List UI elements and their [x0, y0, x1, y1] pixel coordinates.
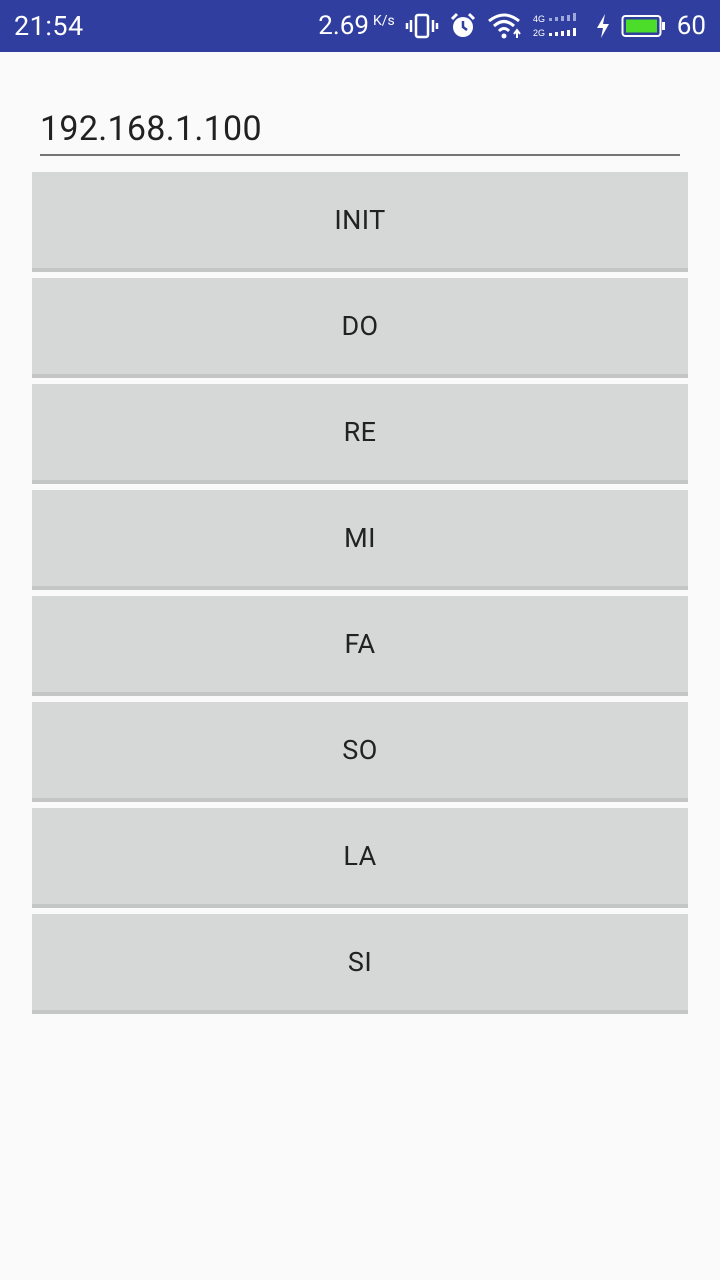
status-time: 21:54: [14, 10, 84, 42]
ip-address-input[interactable]: 192.168.1.100: [40, 104, 680, 156]
status-icons: 2.69 K/s 4G 2G 60: [318, 11, 706, 41]
vibrate-icon: [405, 12, 439, 40]
signal-icon: 4G 2G: [533, 12, 585, 40]
mi-button[interactable]: MI: [32, 490, 688, 590]
re-button[interactable]: RE: [32, 384, 688, 484]
fa-button[interactable]: FA: [32, 596, 688, 696]
so-button[interactable]: SO: [32, 702, 688, 802]
init-button[interactable]: INIT: [32, 172, 688, 272]
network-speed: 2.69 K/s: [318, 11, 395, 41]
do-button[interactable]: DO: [32, 278, 688, 378]
network-speed-value: 2.69: [318, 11, 369, 41]
note-buttons: INIT DO RE MI FA SO LA SI: [32, 172, 688, 1020]
alarm-icon: [449, 12, 477, 40]
si-button[interactable]: SI: [32, 914, 688, 1014]
svg-text:4G: 4G: [533, 14, 545, 24]
la-button[interactable]: LA: [32, 808, 688, 908]
network-speed-unit: K/s: [372, 13, 395, 29]
status-bar: 21:54 2.69 K/s 4G 2G 60: [0, 0, 720, 52]
wifi-icon: [487, 12, 523, 40]
battery-icon: [621, 13, 667, 39]
svg-text:2G: 2G: [533, 28, 545, 38]
battery-level: 60: [676, 11, 706, 41]
charging-icon: [595, 12, 611, 40]
